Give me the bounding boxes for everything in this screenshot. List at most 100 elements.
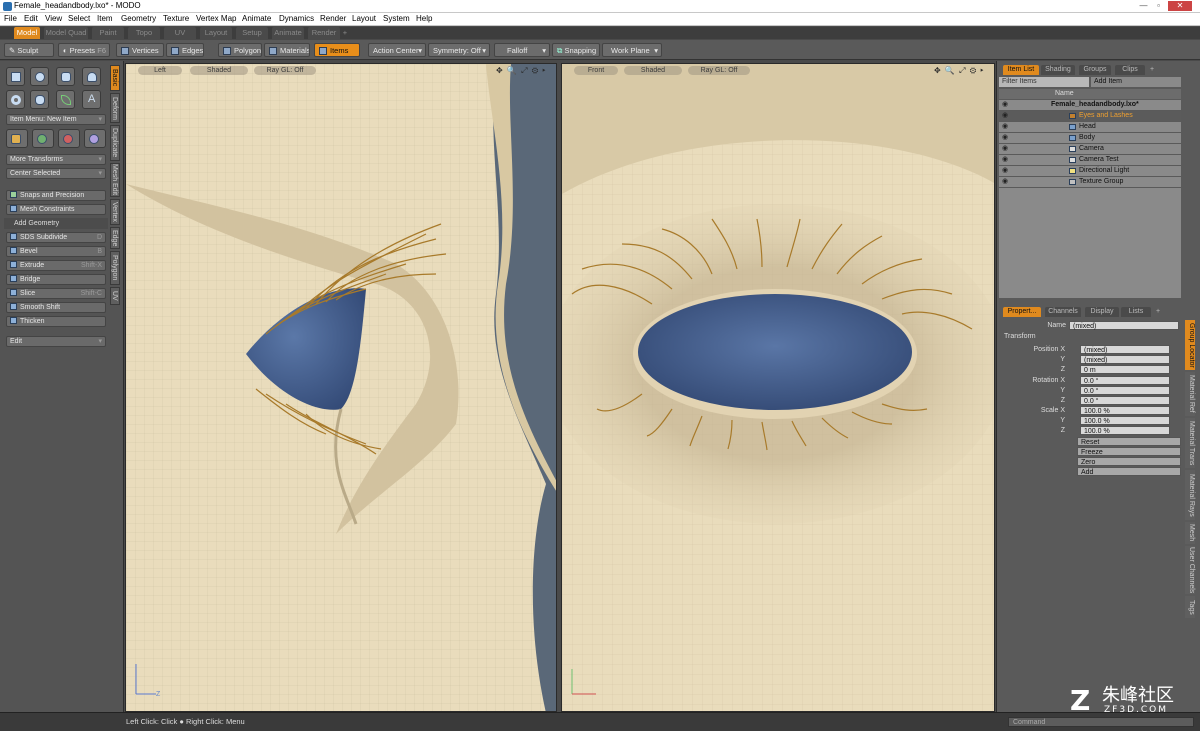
sculpt-button[interactable]: ✎ Sculpt: [4, 43, 54, 57]
symmetry-dropdown[interactable]: Symmetry: Off ▾: [428, 43, 490, 57]
scale-x-field[interactable]: 100.0 %: [1080, 406, 1170, 415]
vtab-material-trans[interactable]: Material Trans: [1185, 418, 1195, 468]
transform-tool-icon[interactable]: [84, 129, 106, 148]
minimize-icon[interactable]: —: [1137, 1, 1150, 11]
position-y-field[interactable]: (mixed): [1080, 355, 1170, 364]
tab-display[interactable]: Display: [1085, 307, 1119, 317]
list-item[interactable]: ◉ Camera: [999, 144, 1181, 154]
scale-y-field[interactable]: 100.0 %: [1080, 416, 1170, 425]
raygl-toggle[interactable]: Ray GL: Off: [688, 66, 750, 75]
menu-texture[interactable]: Texture: [163, 14, 189, 23]
menu-view[interactable]: View: [45, 14, 62, 23]
filter-items-input[interactable]: Filter Items: [999, 77, 1089, 87]
position-x-field[interactable]: (mixed): [1080, 345, 1170, 354]
edges-button[interactable]: Edges: [166, 43, 204, 57]
visibility-eye-icon[interactable]: ◉: [1002, 156, 1010, 164]
snaps-precision-button[interactable]: Snaps and Precision: [6, 190, 106, 201]
tab-render[interactable]: Render: [308, 27, 340, 39]
falloff-dropdown[interactable]: Falloff ▾: [494, 43, 550, 57]
menu-item[interactable]: Item: [97, 14, 113, 23]
capsule-icon[interactable]: [30, 90, 49, 109]
vtab-tags[interactable]: Tags: [1185, 596, 1195, 618]
add-dropdown[interactable]: Add: [1077, 467, 1181, 476]
vtab-group-locator[interactable]: Group Locator: [1185, 320, 1195, 370]
command-input[interactable]: Command: [1008, 717, 1194, 727]
name-field[interactable]: (mixed): [1069, 321, 1179, 330]
menu-layout[interactable]: Layout: [352, 14, 376, 23]
position-z-field[interactable]: 0 m: [1080, 365, 1170, 374]
tab-add[interactable]: +: [1147, 65, 1157, 75]
rotation-z-field[interactable]: 0.0 °: [1080, 396, 1170, 405]
close-icon[interactable]: ✕: [1168, 1, 1192, 11]
tab-add[interactable]: +: [1153, 307, 1163, 317]
zero-dropdown[interactable]: Zero: [1077, 457, 1181, 466]
cylinder-icon[interactable]: [56, 67, 75, 86]
maximize-icon[interactable]: ▫: [1152, 1, 1165, 11]
vtab-uv[interactable]: UV: [110, 287, 120, 305]
action-center-dropdown[interactable]: Action Center ▾: [368, 43, 426, 57]
tab-animate[interactable]: Animate: [272, 27, 304, 39]
tool-slice[interactable]: Slice Shift-C: [6, 288, 106, 299]
list-item[interactable]: ◉ Directional Light: [999, 166, 1181, 176]
viewport-right[interactable]: Front Shaded Ray GL: Off ✥ 🔍 ⤢ ⚙ ▸: [561, 63, 995, 712]
tool-extrude[interactable]: Extrude Shift-X: [6, 260, 106, 271]
tab-clips[interactable]: Clips: [1115, 65, 1145, 75]
rotate-tool-icon[interactable]: [32, 129, 54, 148]
vtab-duplicate[interactable]: Duplicate: [110, 125, 120, 161]
cone-icon[interactable]: [82, 67, 101, 86]
visibility-eye-icon[interactable]: ◉: [1002, 101, 1010, 109]
viewport-left[interactable]: Left Shaded Ray GL: Off ✥ 🔍 ⤢ ⚙ ▸ Z: [125, 63, 557, 712]
tool-thicken[interactable]: Thicken: [6, 316, 106, 327]
scale-tool-icon[interactable]: [58, 129, 80, 148]
presets-button[interactable]: ◐ Presets F6: [58, 43, 110, 57]
tab-topo[interactable]: Topo: [128, 27, 160, 39]
menu-geometry[interactable]: Geometry: [121, 14, 156, 23]
shading-selector[interactable]: Shaded: [190, 66, 248, 75]
visibility-eye-icon[interactable]: ◉: [1002, 134, 1010, 142]
menu-file[interactable]: File: [4, 14, 17, 23]
add-item-dropdown[interactable]: Add Item: [1091, 77, 1181, 87]
list-item[interactable]: ◉ Body: [999, 133, 1181, 143]
tool-bevel[interactable]: Bevel B: [6, 246, 106, 257]
menu-select[interactable]: Select: [68, 14, 90, 23]
add-geometry-header[interactable]: Add Geometry: [4, 218, 108, 229]
list-item[interactable]: ◉ Texture Group: [999, 177, 1181, 187]
tab-uv[interactable]: UV: [164, 27, 196, 39]
visibility-eye-icon[interactable]: ◉: [1002, 178, 1010, 186]
view-selector[interactable]: Front: [574, 66, 618, 75]
list-item[interactable]: ◉ Female_headandbody.lxo*: [999, 100, 1181, 110]
visibility-eye-icon[interactable]: ◉: [1002, 167, 1010, 175]
reset-dropdown[interactable]: Reset: [1077, 437, 1181, 446]
view-selector[interactable]: Left: [138, 66, 182, 75]
tab-item-list[interactable]: Item List: [1003, 65, 1039, 75]
menu-dynamics[interactable]: Dynamics: [279, 14, 314, 23]
vtab-polygon[interactable]: Polygon: [110, 251, 120, 285]
vtab-basic[interactable]: Basic: [110, 65, 120, 91]
menu-edit[interactable]: Edit: [24, 14, 38, 23]
scale-z-field[interactable]: 100.0 %: [1080, 426, 1170, 435]
vtab-material-ref[interactable]: Material Ref: [1185, 372, 1195, 416]
vtab-edge[interactable]: Edge: [110, 227, 120, 249]
rotation-x-field[interactable]: 0.0 °: [1080, 376, 1170, 385]
materials-button[interactable]: Materials: [264, 43, 310, 57]
tool-smooth-shift[interactable]: Smooth Shift: [6, 302, 106, 313]
move-tool-icon[interactable]: [6, 129, 28, 148]
list-item[interactable]: ◉ Camera Test: [999, 155, 1181, 165]
visibility-eye-icon[interactable]: ◉: [1002, 145, 1010, 153]
tab-channels[interactable]: Channels: [1045, 307, 1081, 317]
tab-setup[interactable]: Setup: [236, 27, 268, 39]
vtab-mesh-edit[interactable]: Mesh Edit: [110, 163, 120, 197]
center-selected-dropdown[interactable]: Center Selected ▾: [6, 168, 106, 179]
sphere-icon[interactable]: [30, 67, 49, 86]
list-item[interactable]: ◉ Eyes and Lashes: [999, 111, 1181, 121]
vertices-button[interactable]: Vertices: [116, 43, 164, 57]
tab-groups[interactable]: Groups: [1079, 65, 1111, 75]
list-item[interactable]: ◉ Head: [999, 122, 1181, 132]
transform-section[interactable]: Transform: [1004, 333, 1036, 340]
menu-vertex-map[interactable]: Vertex Map: [196, 14, 236, 23]
tab-shading[interactable]: Shading: [1041, 65, 1075, 75]
items-button[interactable]: Items: [314, 43, 360, 57]
work-plane-dropdown[interactable]: Work Plane ▾: [602, 43, 662, 57]
mesh-constraints-button[interactable]: Mesh Constraints: [6, 204, 106, 215]
vtab-vertex[interactable]: Vertex: [110, 199, 120, 225]
